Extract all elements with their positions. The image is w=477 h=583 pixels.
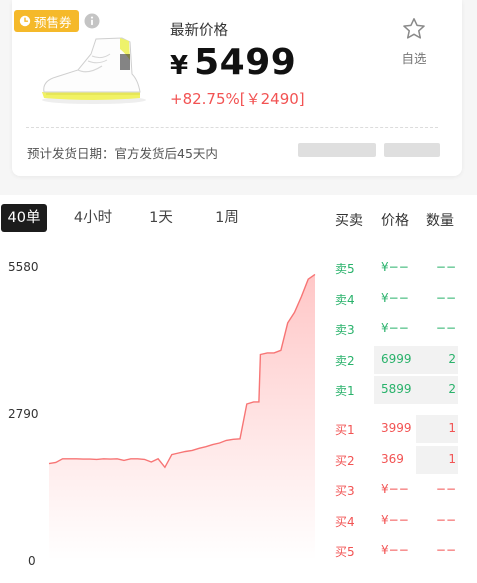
order-type: 卖4 <box>335 292 355 307</box>
orderbook-header-qty: 数量 <box>426 213 454 229</box>
y-tick-label: 0 <box>28 554 36 568</box>
order-type: 买2 <box>335 453 355 468</box>
order-qty: −− <box>435 290 456 305</box>
product-card: 预售券 最新价格 ¥ 5499 +82.75%[￥2490] 自选 预计发货日期… <box>12 0 462 176</box>
clock-icon <box>19 15 31 27</box>
order-price: 6999 <box>381 351 412 366</box>
price-change: +82.75%[￥2490] <box>170 90 305 108</box>
sell-order-row[interactable]: 卖4 ¥−− −− <box>330 284 458 314</box>
presale-badge[interactable]: 预售券 <box>14 10 79 32</box>
sell-order-row[interactable]: 卖2 6999 2 <box>330 345 458 375</box>
order-type: 卖5 <box>335 262 355 276</box>
order-type: 买4 <box>335 514 355 529</box>
sell-order-row[interactable]: 卖3 ¥−− −− <box>330 314 458 344</box>
order-qty: −− <box>435 543 456 558</box>
buy-order-row[interactable]: 买3 ¥−− −− <box>330 475 458 505</box>
order-qty: −− <box>435 512 456 527</box>
order-type: 买3 <box>335 484 355 499</box>
masked-text <box>298 143 376 157</box>
order-type: 卖2 <box>335 353 355 368</box>
price-value: 5499 <box>194 42 297 83</box>
favorite-label: 自选 <box>401 51 427 66</box>
tab-1-week[interactable]: 1周 <box>206 204 248 232</box>
buy-order-row[interactable]: 买5 ¥−− −− <box>330 536 458 566</box>
order-price: 369 <box>381 451 404 466</box>
order-qty: −− <box>435 321 456 336</box>
star-outline-icon <box>403 18 425 39</box>
masked-text <box>384 143 440 157</box>
latest-price-caption: 最新价格 <box>170 23 228 39</box>
order-price: ¥−− <box>381 290 409 305</box>
order-price: 3999 <box>381 421 412 435</box>
order-price: ¥−− <box>381 321 409 336</box>
favorite-button[interactable]: 自选 <box>396 16 432 67</box>
order-price: ¥−− <box>381 543 409 558</box>
order-qty: 2 <box>448 351 456 366</box>
order-type: 买5 <box>335 545 355 560</box>
currency-symbol: ¥ <box>170 51 189 81</box>
order-qty: 1 <box>448 421 456 435</box>
order-type: 买1 <box>335 423 355 437</box>
order-price: 5899 <box>381 382 412 397</box>
sneaker-image <box>42 37 146 104</box>
buy-order-row[interactable]: 买4 ¥−− −− <box>330 506 458 536</box>
info-icon[interactable] <box>84 13 100 29</box>
order-price: ¥−− <box>381 512 409 527</box>
order-qty: 2 <box>448 382 456 397</box>
y-tick-label: 5580 <box>8 260 39 274</box>
area-fill <box>49 274 315 560</box>
market-panel: 40单 4小时 1天 1周 5580 2790 0 买卖 价格 数量 卖5 ¥−−… <box>0 195 477 583</box>
tab-4-hours[interactable]: 4小时 <box>68 204 118 232</box>
y-tick-label: 2790 <box>8 407 39 421</box>
order-qty: −− <box>435 260 456 274</box>
orderbook-header-type: 买卖 <box>335 213 363 229</box>
shipping-info: 预计发货日期：官方发货后45天内 <box>27 146 218 161</box>
price-chart: 5580 2790 0 <box>0 250 325 583</box>
buy-order-row[interactable]: 买2 369 1 <box>330 445 458 475</box>
presale-badge-label: 预售券 <box>34 14 72 30</box>
order-price: ¥−− <box>381 482 409 497</box>
tab-1-day[interactable]: 1天 <box>141 204 181 232</box>
order-qty: −− <box>435 482 456 497</box>
order-qty: 1 <box>448 451 456 466</box>
price-area-chart: 5580 2790 0 <box>8 260 316 568</box>
card-divider <box>26 127 438 128</box>
order-price: ¥−− <box>381 260 409 274</box>
sell-order-row[interactable]: 卖5 ¥−− −− <box>330 253 458 283</box>
buy-order-row[interactable]: 买1 3999 1 <box>330 414 458 444</box>
orderbook-header-price: 价格 <box>381 213 409 229</box>
order-type: 卖1 <box>335 384 355 399</box>
latest-price: ¥ 5499 <box>170 42 296 86</box>
order-type: 卖3 <box>335 323 355 338</box>
tab-40-orders[interactable]: 40单 <box>1 204 47 232</box>
sell-order-row[interactable]: 卖1 5899 2 <box>330 375 458 405</box>
